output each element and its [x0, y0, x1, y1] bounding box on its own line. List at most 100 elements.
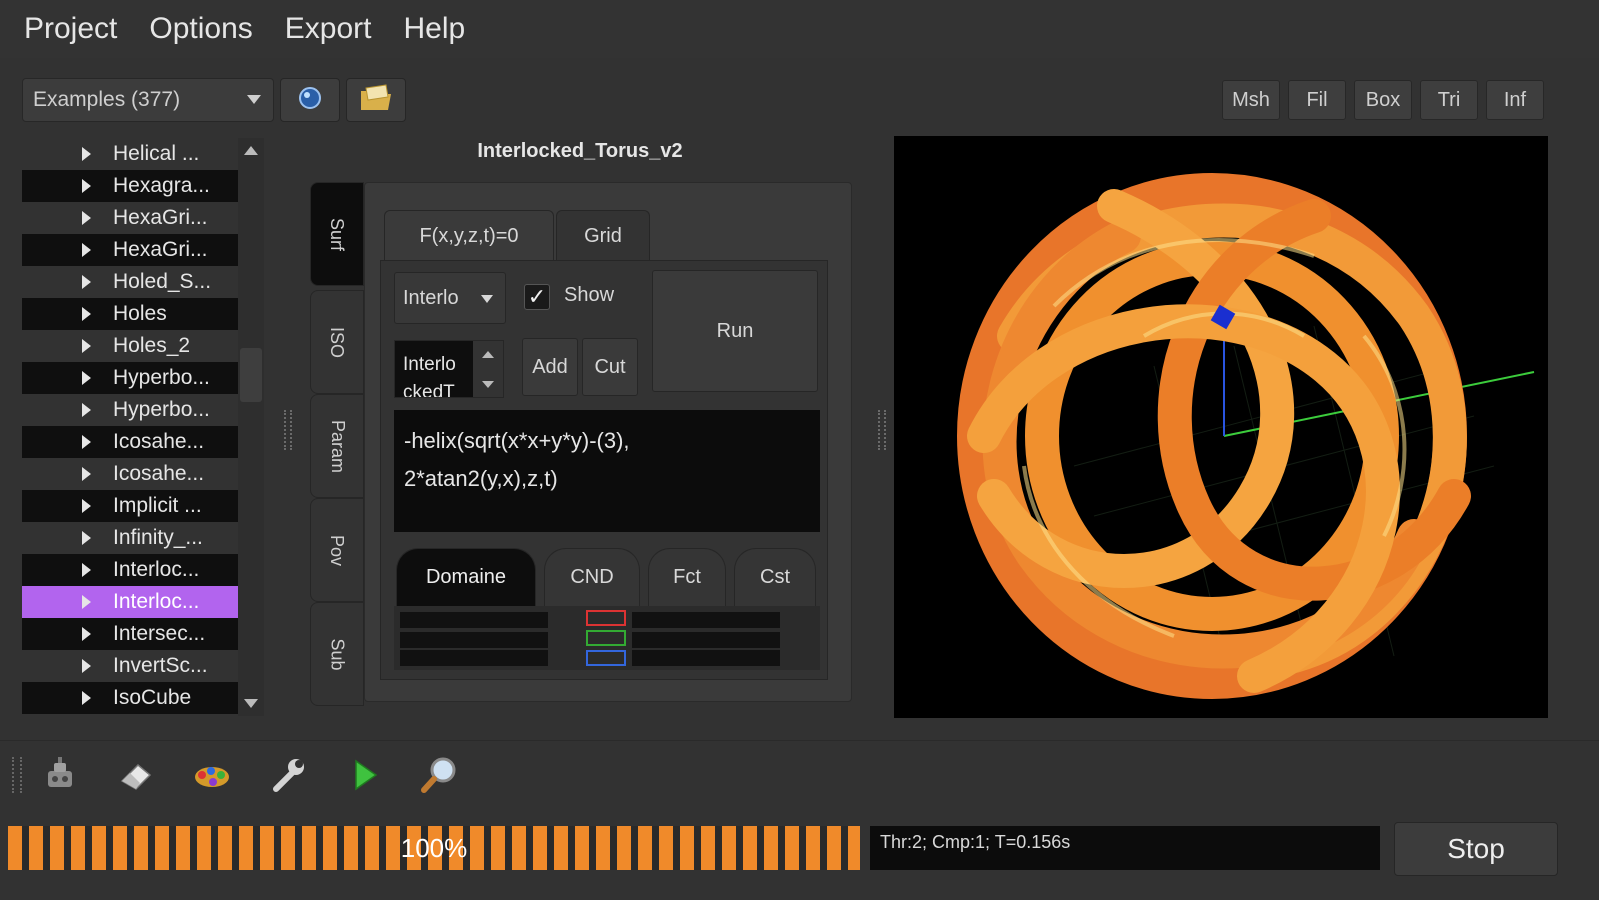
list-item[interactable]: Intersec...: [22, 618, 238, 650]
function-spinbox[interactable]: Interlo ckedT: [394, 340, 504, 398]
menu-export[interactable]: Export: [285, 12, 372, 46]
list-item[interactable]: Holes_2: [22, 330, 238, 362]
list-item[interactable]: Interloc...: [22, 554, 238, 586]
cut-button[interactable]: Cut: [582, 338, 638, 396]
scroll-thumb[interactable]: [240, 348, 262, 402]
expand-arrow-icon[interactable]: [82, 531, 91, 545]
tab-iso[interactable]: ISO: [310, 290, 364, 394]
expand-arrow-icon[interactable]: [82, 659, 91, 673]
expand-arrow-icon[interactable]: [82, 275, 91, 289]
list-item[interactable]: Hyperbo...: [22, 394, 238, 426]
search-button[interactable]: [280, 78, 340, 122]
msh-button[interactable]: Msh: [1222, 80, 1280, 120]
domain-field[interactable]: [400, 650, 548, 666]
left-splitter[interactable]: [284, 410, 292, 450]
tab-cst[interactable]: Cst: [734, 548, 816, 606]
box-button[interactable]: Box: [1354, 80, 1412, 120]
list-item-label: Hexagra...: [113, 174, 210, 197]
tab-fct[interactable]: Fct: [648, 548, 726, 606]
tab-grid[interactable]: Grid: [556, 210, 650, 262]
list-item[interactable]: IsoCube: [22, 682, 238, 714]
robot-icon[interactable]: [36, 751, 84, 799]
list-item[interactable]: Holes: [22, 298, 238, 330]
tab-function[interactable]: F(x,y,z,t)=0: [384, 210, 554, 262]
expand-arrow-icon[interactable]: [82, 691, 91, 705]
menu-project[interactable]: Project: [24, 12, 117, 46]
spin-down-icon[interactable]: [482, 381, 494, 388]
expand-arrow-icon[interactable]: [82, 435, 91, 449]
eraser-icon[interactable]: [112, 751, 160, 799]
expand-arrow-icon[interactable]: [82, 243, 91, 257]
expand-arrow-icon[interactable]: [82, 307, 91, 321]
expand-arrow-icon[interactable]: [82, 403, 91, 417]
list-item[interactable]: Interloc...: [22, 586, 238, 618]
stop-button[interactable]: Stop: [1394, 822, 1558, 876]
play-icon[interactable]: [340, 751, 388, 799]
right-splitter[interactable]: [878, 410, 886, 450]
examples-combo[interactable]: Examples (377): [22, 78, 274, 122]
spin-up-icon[interactable]: [482, 351, 494, 358]
domain-field[interactable]: [632, 632, 780, 648]
status-info: Thr:2; Cmp:1; T=0.156s: [870, 826, 1380, 870]
fil-button[interactable]: Fil: [1288, 80, 1346, 120]
domain-field[interactable]: [400, 612, 548, 628]
list-item[interactable]: Helical ...: [22, 138, 238, 170]
tab-domaine[interactable]: Domaine: [396, 548, 536, 606]
list-scrollbar[interactable]: [238, 138, 264, 716]
equation-editor[interactable]: -helix(sqrt(x*x+y*y)-(3), 2*atan2(y,x),z…: [394, 410, 820, 532]
expand-arrow-icon[interactable]: [82, 339, 91, 353]
list-item[interactable]: InvertSc...: [22, 650, 238, 682]
list-item[interactable]: Hyperbo...: [22, 362, 238, 394]
expand-arrow-icon[interactable]: [82, 211, 91, 225]
zoom-icon[interactable]: [416, 751, 464, 799]
scroll-up-icon[interactable]: [244, 146, 258, 155]
domain-field[interactable]: [400, 632, 548, 648]
panel-title: Interlocked_Torus_v2: [477, 140, 683, 162]
list-item[interactable]: Icosahe...: [22, 458, 238, 490]
expand-arrow-icon[interactable]: [82, 179, 91, 193]
equation-line-2: 2*atan2(y,x),z,t): [404, 466, 558, 491]
add-button[interactable]: Add: [522, 338, 578, 396]
toolbar-grip[interactable]: [12, 757, 22, 793]
tab-param[interactable]: Param: [310, 394, 364, 498]
list-item[interactable]: Hexagra...: [22, 170, 238, 202]
expand-arrow-icon[interactable]: [82, 371, 91, 385]
expand-arrow-icon[interactable]: [82, 595, 91, 609]
expand-arrow-icon[interactable]: [82, 499, 91, 513]
list-item-label: Implicit ...: [113, 494, 202, 517]
tab-pov[interactable]: Pov: [310, 498, 364, 602]
tri-button[interactable]: Tri: [1420, 80, 1478, 120]
scroll-down-icon[interactable]: [244, 699, 258, 708]
expand-arrow-icon[interactable]: [82, 563, 91, 577]
tab-surf[interactable]: Surf: [310, 182, 364, 286]
list-item[interactable]: Infinity_...: [22, 522, 238, 554]
expand-arrow-icon[interactable]: [82, 627, 91, 641]
menu-options[interactable]: Options: [149, 12, 252, 46]
spin-buttons[interactable]: [473, 341, 503, 397]
list-item-label: HexaGri...: [113, 238, 208, 261]
expand-arrow-icon[interactable]: [82, 467, 91, 481]
bottom-toolbar: [0, 740, 1599, 806]
list-item[interactable]: Holed_S...: [22, 266, 238, 298]
show-checkbox[interactable]: ✓: [524, 284, 550, 310]
inf-button[interactable]: Inf: [1486, 80, 1544, 120]
tab-cnd[interactable]: CND: [544, 548, 640, 606]
open-folder-button[interactable]: [346, 78, 406, 122]
list-item[interactable]: HexaGri...: [22, 234, 238, 266]
list-item[interactable]: HexaGri...: [22, 202, 238, 234]
function-combo[interactable]: Interlo: [394, 272, 506, 324]
list-item-label: Hyperbo...: [113, 366, 210, 389]
run-button[interactable]: Run: [652, 270, 818, 392]
list-item[interactable]: Icosahe...: [22, 426, 238, 458]
domain-field[interactable]: [632, 650, 780, 666]
wrench-icon[interactable]: [264, 751, 312, 799]
progress-bar: 100%: [8, 826, 860, 870]
colors-icon[interactable]: [188, 751, 236, 799]
domain-field[interactable]: [632, 612, 780, 628]
3d-viewport[interactable]: [894, 136, 1548, 718]
menu-help[interactable]: Help: [403, 12, 465, 46]
tab-sub[interactable]: Sub: [310, 602, 364, 706]
tab-sub-label: Sub: [327, 637, 348, 671]
expand-arrow-icon[interactable]: [82, 147, 91, 161]
list-item[interactable]: Implicit ...: [22, 490, 238, 522]
